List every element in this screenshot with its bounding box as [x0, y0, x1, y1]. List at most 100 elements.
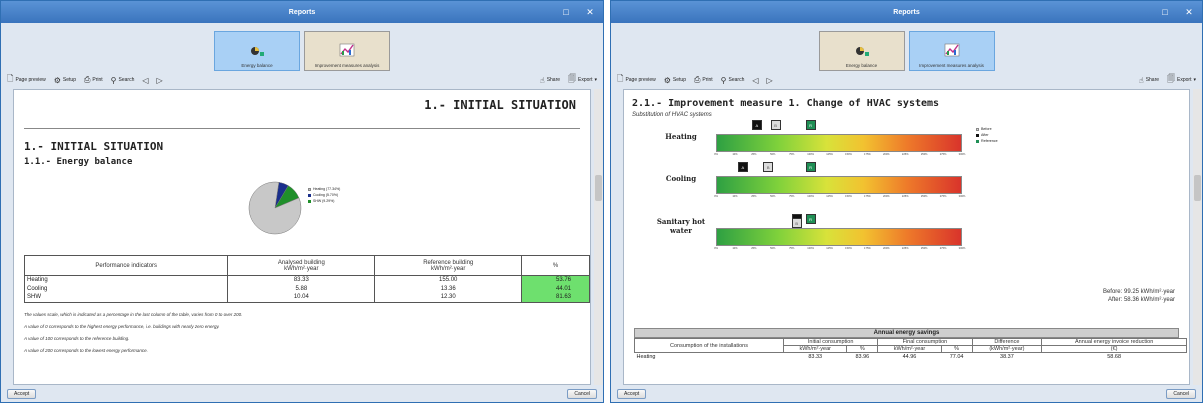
page-preview-button[interactable]: 🗋 Page preview	[617, 73, 656, 87]
measure-subtitle: Substitution of HVAC systems	[632, 112, 712, 118]
scale-label: Cooling	[665, 174, 697, 183]
cancel-button[interactable]: Cancel	[1166, 389, 1196, 399]
page-header-title: 1.- INITIAL SITUATION	[424, 98, 576, 112]
chevron-down-icon: ▾	[1193, 77, 1196, 83]
window-title: Reports	[288, 8, 316, 16]
legend-item-reference: Reference	[976, 138, 998, 144]
unit-initial-pct: %	[846, 345, 879, 353]
share-label: Share	[546, 77, 561, 83]
export-button[interactable]: 🗐 Export ▾	[568, 73, 597, 87]
next-button[interactable]: ▷	[157, 76, 163, 85]
tick-label: 25%	[751, 195, 757, 198]
tick-label: 50%	[770, 153, 776, 156]
tick-label: 225%	[901, 195, 909, 198]
tick-label: 200%	[882, 195, 890, 198]
window-title: Reports	[893, 8, 920, 16]
print-button[interactable]: ⎙ Print	[84, 75, 103, 85]
row-label: Cooling	[23, 284, 229, 293]
accept-button[interactable]: Accept	[617, 389, 647, 399]
legend-item-shw: SHW (9.29%)	[308, 198, 340, 204]
row-label: SHW	[23, 293, 229, 303]
tick-label: 275%	[939, 153, 947, 156]
page-preview-icon: 🗋	[7, 74, 14, 83]
search-button[interactable]: ⚲ Search	[111, 76, 135, 85]
next-button[interactable]: ▷	[767, 76, 773, 85]
tick-label: 125%	[826, 247, 833, 250]
share-button[interactable]: ☝ Share	[1139, 76, 1159, 85]
chevron-down-icon: ▾	[594, 77, 597, 83]
after-marker: A	[751, 120, 762, 130]
export-icon: 🗐	[568, 74, 577, 83]
col-header-difference: Difference	[971, 338, 1043, 346]
tab-energy-balance[interactable]: Energy balance	[214, 31, 300, 71]
setup-button[interactable]: ⚙ Setup	[664, 76, 686, 85]
page-preview-button[interactable]: 🗋 Page preview	[7, 73, 46, 87]
difference-value: 38.37	[1000, 354, 1014, 361]
tick-label: 75%	[789, 247, 795, 250]
final-kwh-value: 44.96	[902, 354, 917, 361]
tick-label: 150%	[845, 153, 852, 156]
scroll-thumb[interactable]	[595, 175, 602, 201]
col-header-initial: Initial consumption	[783, 338, 879, 346]
accept-button[interactable]: Accept	[7, 389, 37, 399]
share-button[interactable]: ☝ Share	[540, 76, 560, 85]
scale-ticks: 0% 10% 25% 50% 75% 100% 125% 150% 175% 200% 225% 25…	[714, 247, 965, 255]
marker-legend: Before After Reference	[976, 126, 998, 144]
tab-improvement-measures[interactable]: Improvement measures analysis	[908, 31, 995, 71]
tab-improvement-measures[interactable]: Improvement measures analysis	[304, 31, 390, 71]
reference-marker: R	[805, 214, 816, 224]
title-bar: Reports □ ✕	[611, 1, 1202, 23]
close-button[interactable]: ✕	[1182, 5, 1196, 19]
print-button[interactable]: ⎙ Print	[694, 75, 713, 85]
col-header-analysed: Analysed building kWh/m²·year	[227, 255, 376, 276]
tab-improvement-label: Improvement measures analysis	[919, 63, 984, 68]
report-page: 1.- INITIAL SITUATION 1.- INITIAL SITUAT…	[13, 89, 591, 385]
setup-button[interactable]: ⚙ Setup	[54, 76, 76, 85]
title-bar: Reports □ ✕	[1, 1, 603, 23]
binoculars-icon: ⚲	[110, 75, 117, 85]
search-button[interactable]: ⚲ Search	[721, 76, 745, 85]
after-marker: A	[737, 162, 748, 172]
unit-eur: (€)	[1041, 345, 1187, 353]
tick-label: 125%	[826, 195, 833, 198]
tick-label: 50%	[770, 195, 776, 198]
vertical-scrollbar[interactable]	[594, 89, 603, 385]
export-button[interactable]: 🗐 Export ▾	[1167, 73, 1196, 87]
close-button[interactable]: ✕	[583, 5, 597, 19]
vertical-scrollbar[interactable]	[1193, 89, 1202, 385]
col-header-invoice: Annual energy invoice reduction	[1041, 338, 1187, 346]
maximize-button[interactable]: □	[559, 5, 573, 19]
reference-value: 13.36	[374, 284, 523, 293]
tick-label: 0%	[714, 153, 718, 156]
reference-value: 155.00	[374, 275, 523, 285]
binoculars-icon: ⚲	[720, 75, 727, 85]
subsection-heading: 1.1.- Energy balance	[24, 157, 133, 167]
tick-label: 10%	[732, 195, 738, 198]
note-line: A value of 100 corresponds to the refere…	[24, 336, 130, 341]
reference-value: 12.30	[374, 293, 523, 303]
note-line: The values scale, which is indicated as …	[24, 312, 243, 317]
tick-label: 175%	[864, 195, 871, 198]
unit-final-kwh: kWh/m²·year	[877, 345, 942, 353]
tick-label: 150%	[845, 195, 852, 198]
energy-pie-chart	[248, 181, 302, 235]
col-header-final: Final consumption	[877, 338, 973, 346]
tick-label: 300%	[958, 247, 966, 250]
page-preview-icon: 🗋	[617, 74, 624, 83]
tick-label: 10%	[732, 247, 738, 250]
page-preview-label: Page preview	[625, 77, 656, 83]
consumption-summary: Before: 99.25 kWh/m²·year After: 58.36 k…	[1103, 288, 1175, 304]
previous-button[interactable]: ◁	[142, 76, 148, 85]
export-icon: 🗐	[1167, 74, 1176, 83]
scroll-thumb[interactable]	[1194, 175, 1201, 201]
tab-energy-balance-label: Energy balance	[241, 63, 273, 68]
cancel-button[interactable]: Cancel	[567, 389, 597, 399]
maximize-button[interactable]: □	[1158, 5, 1172, 19]
pct-value: 44.01	[521, 284, 590, 293]
energy-balance-icon	[251, 47, 264, 56]
report-tabs: Energy balance Improvement measures anal…	[611, 23, 1202, 71]
previous-button[interactable]: ◁	[752, 76, 758, 85]
after-consumption: After: 58.36 kWh/m²·year	[1107, 297, 1175, 303]
tab-energy-balance[interactable]: Energy balance	[818, 31, 905, 71]
printer-icon: ⎙	[693, 75, 701, 84]
